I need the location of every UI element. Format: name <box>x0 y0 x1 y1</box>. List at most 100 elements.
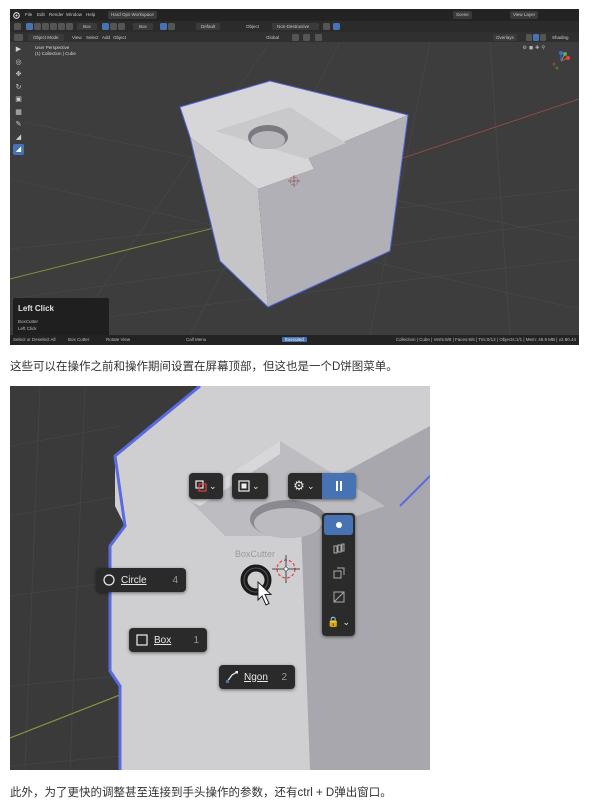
blender-logo-icon[interactable] <box>13 12 20 20</box>
behavior-2-icon[interactable] <box>168 23 175 30</box>
tool-icon[interactable] <box>14 23 21 30</box>
transform-orientation[interactable]: Global <box>266 34 279 41</box>
behavior-toolbar: 🔒 ⌄ <box>322 513 355 636</box>
viewport-nav-icons[interactable]: ⚙◼✚⚲ <box>523 45 547 51</box>
lock-submenu-button[interactable]: 🔒 ⌄ <box>324 612 353 632</box>
pie-item-circle[interactable]: Circle 4 <box>96 568 186 592</box>
settings-pause-group: ⚙ ⌄ <box>288 473 356 499</box>
menu-view[interactable]: View <box>72 34 82 41</box>
menu-edit[interactable]: Edit <box>37 12 45 17</box>
editor-type-icon[interactable] <box>14 33 23 41</box>
pie-item-box[interactable]: Box 1 <box>129 628 207 652</box>
pause-button[interactable] <box>322 473 356 499</box>
shading-wire-icon[interactable] <box>526 33 532 41</box>
mode-join-icon[interactable] <box>50 23 57 30</box>
shape-dropdown[interactable]: Box <box>133 23 153 30</box>
menu-window[interactable]: Window <box>66 12 82 17</box>
proportional-icon[interactable] <box>315 33 322 41</box>
dot-mode-button[interactable] <box>324 515 353 535</box>
pie-item-hotkey: 4 <box>172 574 178 586</box>
chevron-down-icon[interactable]: ⌄ <box>307 481 315 492</box>
workspace-tab[interactable]: Hard Ops Workspace <box>108 11 157 19</box>
shading-solid-icon[interactable] <box>533 33 539 41</box>
settings-icon[interactable] <box>323 23 330 30</box>
behavior-icon[interactable] <box>160 23 167 30</box>
chevron-down-icon: ⌄ <box>252 480 260 491</box>
select-tool-icon[interactable]: ▶ <box>13 44 24 55</box>
pause-icon[interactable] <box>333 23 340 30</box>
menu-file[interactable]: File <box>25 12 32 17</box>
top-menu-bar: File Edit Render Window Help Hard Ops Wo… <box>10 9 579 21</box>
snap-icon[interactable] <box>303 33 310 41</box>
mode-cut-icon[interactable] <box>26 23 33 30</box>
mode-dropdown[interactable]: Box <box>77 23 97 30</box>
viewport-3d-zoomed[interactable] <box>10 386 430 770</box>
blender-screenshot-top: File Edit Render Window Help Hard Ops Wo… <box>10 9 579 345</box>
menu-select[interactable]: Select <box>86 34 99 41</box>
mode-knife-icon[interactable] <box>66 23 73 30</box>
circle-shape-icon <box>103 574 115 586</box>
status-item: Call Menu <box>186 337 207 342</box>
array-icon <box>333 543 344 554</box>
cube-mesh[interactable] <box>179 80 409 308</box>
overlays-dropdown[interactable]: Overlays <box>493 33 517 41</box>
pie-item-label: Box <box>154 634 172 646</box>
mode-slice-icon[interactable] <box>34 23 41 30</box>
snap-dropdown[interactable]: Non-Destructive <box>272 23 320 30</box>
ngon-shape-icon <box>226 671 238 683</box>
active-tool-name: BoxCutter <box>235 549 276 559</box>
pie-item-hotkey: 1 <box>193 634 199 646</box>
shading-dropdown[interactable]: Shading <box>552 34 569 41</box>
array-mode-button[interactable] <box>324 539 353 559</box>
shading-material-icon[interactable] <box>540 33 546 41</box>
viewport-3d[interactable] <box>10 42 579 335</box>
box-shape-icon <box>136 634 148 646</box>
mode-submenu-button[interactable]: ⌄ <box>189 473 223 499</box>
shape-submenu-button[interactable]: ⌄ <box>232 473 268 499</box>
chevron-down-icon: ⌄ <box>209 480 217 491</box>
measure-tool-icon[interactable]: ◢ <box>13 131 24 143</box>
navigation-gizmo-icon[interactable] <box>551 51 571 71</box>
shape-box-icon[interactable] <box>102 23 109 30</box>
rotate-tool-icon[interactable]: ↻ <box>13 81 24 93</box>
pie-item-label: Ngon <box>244 671 268 683</box>
status-item: Box Cutter <box>68 337 90 342</box>
scene-label: Scene <box>456 12 469 17</box>
menu-help[interactable]: Help <box>86 12 95 17</box>
viewport-header: Object Mode View Select Add Object Globa… <box>10 32 579 42</box>
mode-inset-icon[interactable] <box>42 23 49 30</box>
last-operator-panel[interactable]: Left Click BoxCutter Left Click <box>13 298 109 338</box>
transform-tool-icon[interactable]: ▦ <box>13 106 24 118</box>
caption-1: 这些可以在操作之前和操作期间设置在屏幕顶部，但这也是一个D饼图菜单。 <box>10 361 398 373</box>
bevel-mode-button[interactable] <box>324 587 353 607</box>
left-toolbar: ▶ ◎ ✥ ↻ ▣ ▦ ✎ ◢ ◢ <box>13 44 25 157</box>
object-label: Object <box>246 24 260 29</box>
view-layer-selector[interactable]: View Layer <box>510 11 539 19</box>
move-tool-icon[interactable]: ✥ <box>13 69 24 80</box>
pivot-icon[interactable] <box>292 33 299 41</box>
boxcutter-tool-icon[interactable]: ◢ <box>13 144 24 155</box>
pie-item-ngon[interactable]: Ngon 2 <box>219 665 295 689</box>
scale-tool-icon[interactable]: ▣ <box>13 94 24 105</box>
menu-render[interactable]: Render <box>49 12 64 17</box>
status-item: Rotate View <box>106 337 131 342</box>
solidify-mode-button[interactable] <box>324 563 353 583</box>
pie-item-label: Circle <box>121 574 147 586</box>
dot-icon <box>335 522 342 528</box>
annotate-tool-icon[interactable]: ✎ <box>13 119 24 130</box>
object-mode-dropdown[interactable]: Object Mode <box>28 33 64 41</box>
caption-2: 此外，为了更快的调整甚至连接到手头操作的参数，还有ctrl + D弹出窗口。 <box>10 787 392 799</box>
lock-icon: 🔒 <box>327 616 340 628</box>
menu-object[interactable]: Object <box>113 34 126 41</box>
status-executed-badge: Executed <box>282 337 307 342</box>
menu-add[interactable]: Add <box>102 34 110 41</box>
mode-make-icon[interactable] <box>58 23 65 30</box>
status-bar: Select or Deselect All Box Cutter Rotate… <box>10 335 579 345</box>
viewport-info: User Perspective (1) Collection | Cube <box>35 45 76 57</box>
shape-circle-icon[interactable] <box>110 23 117 30</box>
shape-ngon-icon[interactable] <box>118 23 125 30</box>
cursor-tool-icon[interactable]: ◎ <box>13 56 24 68</box>
chevron-down-icon: ⌄ <box>342 616 350 627</box>
scene-selector[interactable]: Scene <box>453 11 472 19</box>
orientation-dropdown[interactable]: Default <box>196 23 221 30</box>
